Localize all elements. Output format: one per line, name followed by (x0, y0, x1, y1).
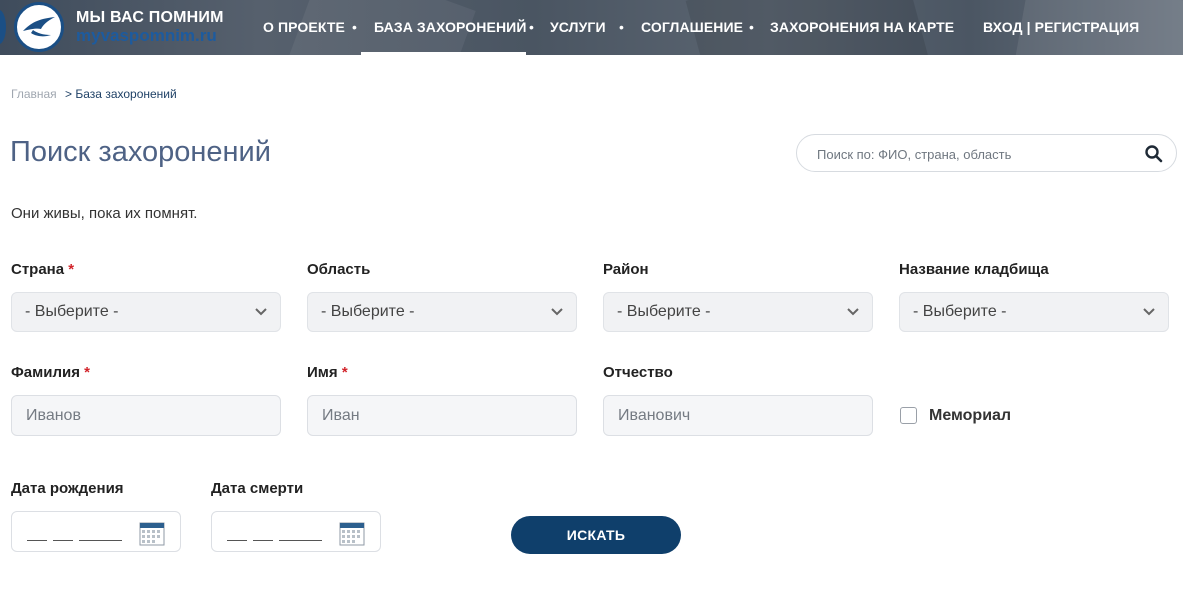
birth-date-field[interactable] (11, 511, 181, 552)
site-header: МЫ ВАС ПОМНИМ myvaspomnim.ru О ПРОЕКТЕ •… (0, 0, 1183, 55)
patronymic-field-wrap (603, 395, 873, 436)
chevron-down-icon (847, 308, 859, 316)
district-select[interactable]: - Выберите - (603, 292, 873, 332)
nav-separator: • (619, 19, 624, 35)
country-label: Страна * (11, 261, 74, 278)
death-date-label: Дата смерти (211, 480, 304, 497)
country-select-value: - Выберите - (25, 303, 119, 320)
date-day-placeholder (27, 540, 47, 541)
required-mark: * (84, 364, 90, 381)
nav-item-services[interactable]: УСЛУГИ (550, 19, 606, 35)
chevron-down-icon (1143, 308, 1155, 316)
search-input[interactable] (817, 144, 1137, 164)
required-mark: * (68, 261, 75, 278)
calendar-icon[interactable] (339, 521, 365, 547)
patronymic-label: Отчество (603, 364, 673, 381)
name-label-text: Имя (307, 364, 338, 381)
chevron-down-icon (551, 308, 563, 316)
district-select-value: - Выберите - (617, 303, 711, 320)
memorial-label[interactable]: Мемориал (929, 407, 1011, 425)
date-year-placeholder (79, 540, 122, 541)
region-label: Область (307, 261, 371, 278)
nav-item-burials-database[interactable]: БАЗА ЗАХОРОНЕНИЙ (374, 19, 526, 35)
name-field-wrap (307, 395, 577, 436)
breadcrumb-separator: > (65, 87, 73, 101)
region-select[interactable]: - Выберите - (307, 292, 577, 332)
brand-title[interactable]: МЫ ВАС ПОМНИМ (76, 9, 224, 27)
search-icon[interactable] (1144, 144, 1164, 164)
calendar-icon[interactable] (139, 521, 165, 547)
login-register-link[interactable]: ВХОД | РЕГИСТРАЦИЯ (983, 19, 1139, 35)
search-submit-button[interactable]: ИСКАТЬ (511, 516, 681, 554)
date-day-placeholder (227, 540, 247, 541)
required-mark: * (341, 364, 348, 381)
surname-label: Фамилия * (11, 364, 90, 381)
date-month-placeholder (53, 540, 73, 541)
nav-item-agreement[interactable]: СОГЛАШЕНИЕ (641, 19, 743, 35)
nav-active-indicator (361, 52, 526, 55)
name-field[interactable] (322, 396, 562, 435)
breadcrumb-current: База захоронений (75, 87, 177, 101)
page-title: Поиск захоронений (10, 136, 271, 168)
date-year-placeholder (279, 540, 322, 541)
country-select[interactable]: - Выберите - (11, 292, 281, 332)
patronymic-field[interactable] (618, 396, 858, 435)
cemetery-label: Название кладбища (899, 261, 1049, 278)
surname-field-wrap (11, 395, 281, 436)
nav-separator: • (529, 19, 534, 35)
page-subtitle: Они живы, пока их помнят. (11, 205, 198, 222)
surname-field[interactable] (26, 396, 266, 435)
logo-bird-icon[interactable] (14, 2, 64, 52)
region-select-value: - Выберите - (321, 303, 415, 320)
logo-edge (0, 10, 6, 44)
nav-item-burials-map[interactable]: ЗАХОРОНЕНИЯ НА КАРТЕ (770, 19, 954, 35)
district-label: Район (603, 261, 649, 278)
search-box (796, 134, 1177, 172)
cemetery-select-value: - Выберите - (913, 303, 1007, 320)
nav-separator: • (749, 19, 754, 35)
breadcrumb-home[interactable]: Главная (11, 87, 57, 101)
nav-separator: • (352, 19, 357, 35)
chevron-down-icon (255, 308, 267, 316)
birth-date-label: Дата рождения (11, 480, 124, 497)
country-label-text: Страна (11, 261, 65, 278)
death-date-field[interactable] (211, 511, 381, 552)
brand-url[interactable]: myvaspomnim.ru (76, 26, 217, 46)
nav-item-about[interactable]: О ПРОЕКТЕ (263, 19, 345, 35)
cemetery-select[interactable]: - Выберите - (899, 292, 1169, 332)
date-month-placeholder (253, 540, 273, 541)
surname-label-text: Фамилия (11, 364, 80, 381)
memorial-checkbox[interactable] (900, 407, 917, 424)
breadcrumb: Главная > База захоронений (11, 87, 177, 101)
name-label: Имя * (307, 364, 348, 381)
